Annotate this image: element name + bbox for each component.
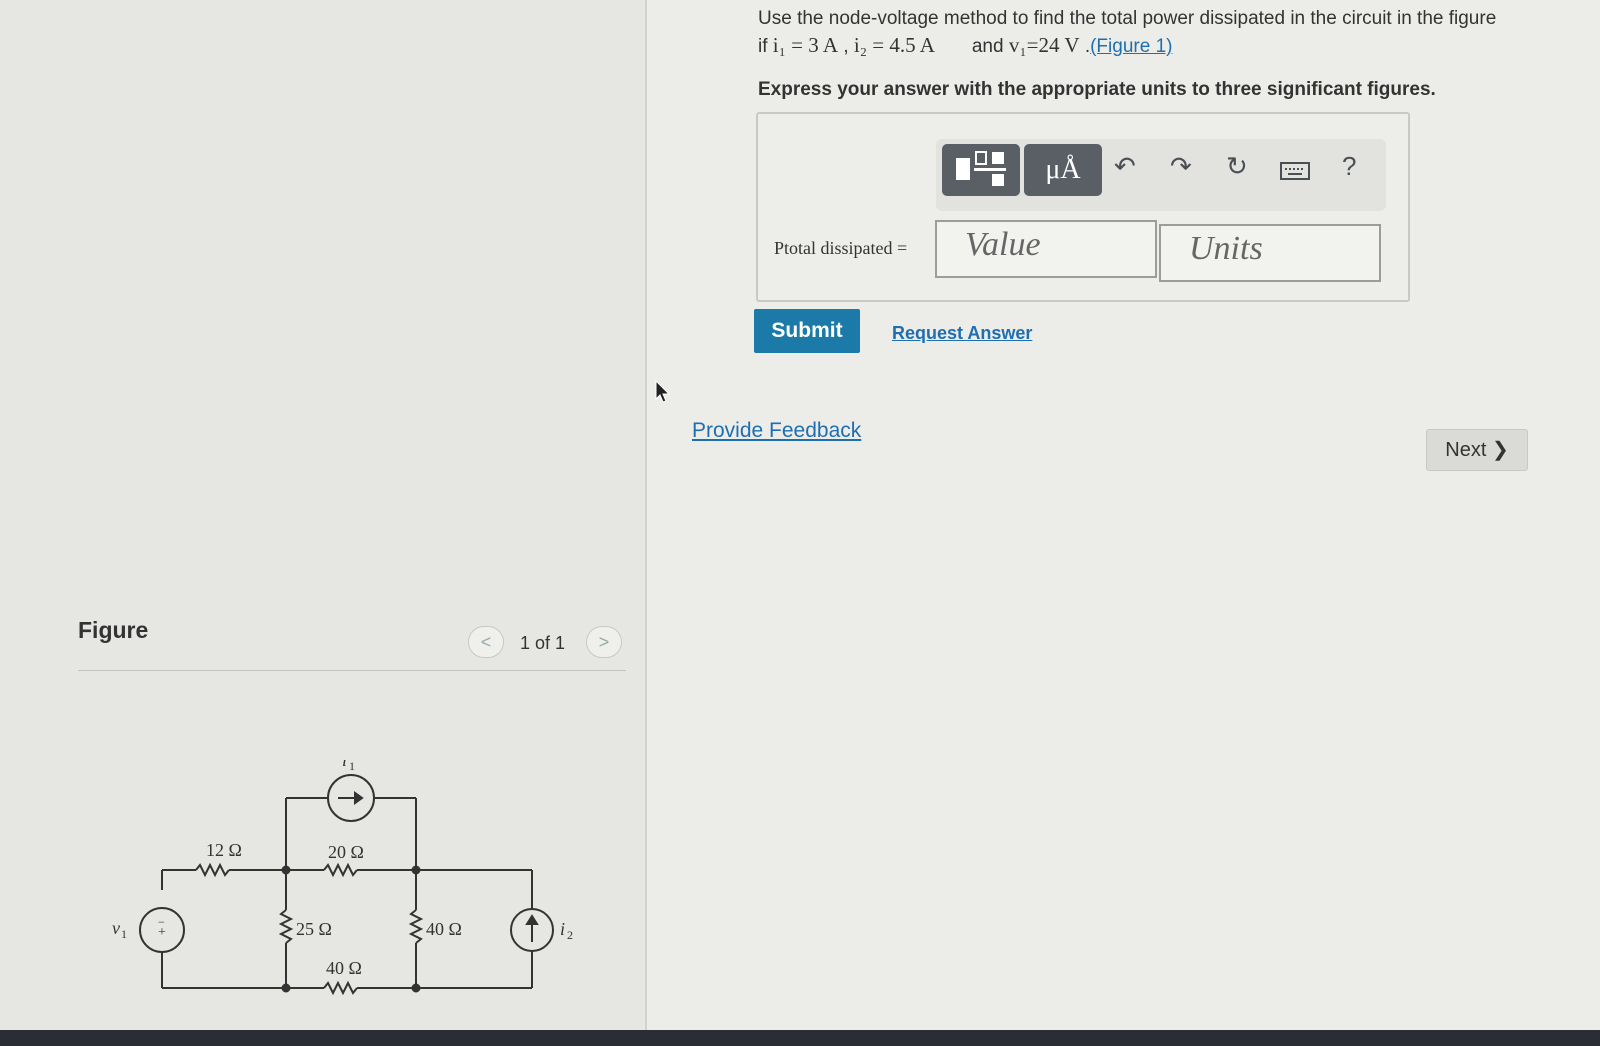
node	[281, 865, 291, 875]
figure-pager-count: 1 of 1	[520, 633, 566, 653]
resistor-40-bottom	[323, 980, 358, 996]
value-input[interactable]: Value	[935, 220, 1157, 278]
reset-icon[interactable]: ↻	[1226, 151, 1248, 182]
label-i2: i	[560, 919, 565, 939]
label-r25: 25 Ω	[296, 919, 332, 939]
label-r40-bottom: 40 Ω	[326, 958, 362, 978]
answer-toolbar: μÅ ↶ ↷ ↻ ?	[936, 139, 1386, 211]
i1-value: i₁ = 3 A	[772, 33, 839, 57]
question-and: and	[971, 36, 1009, 57]
figure-prev-button[interactable]: <	[468, 626, 504, 658]
screen-bezel	[0, 1030, 1600, 1046]
i2-value: i₂ = 4.5 A	[853, 33, 935, 57]
label-i1: i	[342, 760, 347, 770]
resistor-12	[195, 862, 230, 878]
label-v1: v	[112, 918, 120, 938]
arrow-head	[525, 914, 539, 925]
question-dot: .	[1079, 36, 1091, 57]
answer-label: Ptotal dissipated =	[774, 238, 908, 258]
question-line-2: if i₁ = 3 A , i₂ = 4.5 A and v₁=24 V .(F…	[758, 32, 1548, 60]
node	[411, 865, 421, 875]
mouse-cursor-icon	[655, 380, 671, 403]
question-if: if	[758, 36, 773, 57]
circuit-diagram: 12 Ω 20 Ω 25 Ω 40 Ω 40 Ω + − v 1 i 1 i 2	[112, 760, 573, 996]
node	[281, 983, 291, 993]
resistor-20	[323, 862, 358, 878]
figure-next-button[interactable]: >	[586, 626, 622, 658]
units-button[interactable]: μÅ	[1024, 144, 1102, 196]
resistor-40-right	[408, 909, 424, 944]
next-button[interactable]: Next ❯	[1426, 429, 1528, 471]
undo-icon[interactable]: ↶	[1114, 151, 1136, 182]
label-r12: 12 Ω	[206, 840, 242, 860]
label-r40-right: 40 Ω	[426, 919, 462, 939]
units-input[interactable]: Units	[1159, 224, 1381, 282]
provide-feedback-link[interactable]: Provide Feedback	[692, 419, 861, 443]
figure-divider	[78, 670, 626, 671]
keyboard-icon[interactable]	[1280, 157, 1310, 188]
label-minus: −	[158, 915, 165, 929]
label-i1-sub: 1	[349, 760, 355, 773]
arrow-head	[354, 791, 364, 805]
resistor-25	[278, 909, 294, 944]
label-i2-sub: 2	[567, 928, 573, 942]
request-answer-link[interactable]: Request Answer	[892, 323, 1032, 344]
question-line-1: Use the node-voltage method to find the …	[758, 8, 1497, 29]
question-separator: ,	[838, 36, 854, 57]
label-v1-sub: 1	[121, 927, 127, 941]
label-r20: 20 Ω	[328, 842, 364, 862]
question-text: Use the node-voltage method to find the …	[758, 6, 1548, 60]
answer-instruction: Express your answer with the appropriate…	[758, 79, 1436, 100]
templates-button[interactable]	[942, 144, 1020, 196]
node	[411, 983, 421, 993]
redo-icon[interactable]: ↷	[1170, 151, 1192, 182]
v1-value: v₁=24 V	[1008, 33, 1080, 57]
figure-link[interactable]: (Figure 1)	[1090, 36, 1172, 57]
submit-button[interactable]: Submit	[754, 309, 860, 353]
help-icon[interactable]: ?	[1342, 151, 1356, 182]
figure-title: Figure	[78, 617, 149, 643]
templates-icon	[956, 151, 1006, 186]
